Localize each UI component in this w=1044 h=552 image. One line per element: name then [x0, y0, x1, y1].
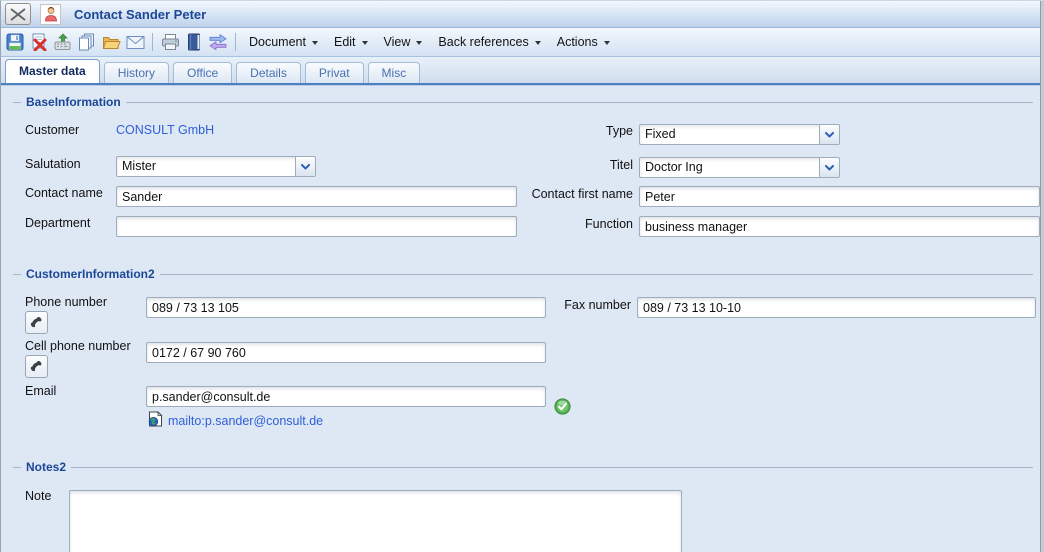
group-base-information: BaseInformation: [13, 95, 1033, 109]
email-input[interactable]: [146, 386, 546, 407]
chevron-down-icon: [311, 41, 318, 45]
chevron-down-icon: [603, 41, 610, 45]
valid-check-icon: [554, 398, 571, 415]
print-icon: [161, 33, 180, 51]
transfer-button[interactable]: [206, 30, 230, 54]
tab-bar: Master data History Office Details Priva…: [1, 57, 1044, 85]
phone-icon: [29, 359, 44, 374]
tab-misc[interactable]: Misc: [367, 62, 421, 83]
chevron-down-icon: [361, 41, 368, 45]
notebook-icon: [186, 33, 202, 51]
contact-name-label: Contact name: [25, 186, 103, 200]
function-label: Function: [585, 217, 633, 231]
chevron-down-icon[interactable]: [819, 158, 839, 177]
dial-phone-button[interactable]: [25, 311, 48, 334]
mailto-link[interactable]: mailto:p.sander@consult.de: [168, 414, 323, 428]
group-legend: Notes2: [21, 460, 72, 474]
email-icon: [126, 35, 145, 50]
contact-first-name-input[interactable]: [639, 186, 1040, 207]
open-folder-icon: [102, 33, 121, 51]
phone-number-label: Phone number: [25, 295, 108, 309]
transfer-arrows-icon: [208, 34, 228, 50]
chevron-down-icon[interactable]: [819, 125, 839, 144]
cell-phone-label: Cell phone number: [25, 339, 131, 353]
mailto-page-globe-icon: [148, 411, 163, 427]
save-icon: [6, 33, 24, 51]
phone-icon: [29, 315, 44, 330]
toolbar-separator: [235, 33, 236, 51]
print-button[interactable]: [158, 30, 182, 54]
fax-number-label: Fax number: [564, 298, 631, 312]
toolbar: Document Edit View Back references Actio…: [1, 28, 1044, 57]
note-label: Note: [25, 489, 52, 503]
keyboard-import-button[interactable]: [51, 30, 75, 54]
cell-phone-input[interactable]: [146, 342, 546, 363]
delete-icon: [30, 33, 48, 51]
toolbar-separator: [152, 33, 153, 51]
keyboard-import-icon: [54, 33, 72, 51]
close-icon: [10, 7, 26, 21]
customer-label: Customer: [25, 123, 80, 137]
note-textarea[interactable]: [69, 490, 682, 552]
save-button[interactable]: [3, 30, 27, 54]
master-data-panel: BaseInformation Customer CONSULT GmbH Ty…: [1, 85, 1044, 552]
notebook-button[interactable]: [182, 30, 206, 54]
dial-cell-phone-button[interactable]: [25, 355, 48, 378]
chevron-down-icon: [534, 41, 541, 45]
contact-name-input[interactable]: [116, 186, 517, 207]
group-customer-information2: CustomerInformation2: [13, 267, 1033, 281]
tab-history[interactable]: History: [103, 62, 170, 83]
title-bar: Contact Sander Peter: [1, 1, 1044, 28]
menu-back-references[interactable]: Back references: [430, 30, 548, 54]
menu-actions[interactable]: Actions: [549, 30, 618, 54]
customer-link[interactable]: CONSULT GmbH: [116, 123, 214, 137]
delete-button[interactable]: [27, 30, 51, 54]
page-title: Contact Sander Peter: [74, 6, 207, 22]
contact-person-icon: [40, 3, 61, 25]
chevron-down-icon[interactable]: [295, 157, 315, 176]
salutation-select[interactable]: Mister: [116, 156, 316, 177]
phone-number-input[interactable]: [146, 297, 546, 318]
department-input[interactable]: [116, 216, 517, 237]
contact-window: Contact Sander Peter Document Edit View …: [0, 0, 1044, 552]
type-select[interactable]: Fixed: [639, 124, 840, 145]
tab-details[interactable]: Details: [236, 62, 301, 83]
titel-select[interactable]: Doctor Ing: [639, 157, 840, 178]
chevron-down-icon: [416, 41, 423, 45]
contact-first-name-label: Contact first name: [531, 187, 633, 201]
menu-view[interactable]: View: [376, 30, 431, 54]
menu-edit[interactable]: Edit: [326, 30, 376, 54]
copy-button[interactable]: [75, 30, 99, 54]
fax-number-input[interactable]: [637, 297, 1036, 318]
group-notes2: Notes2: [13, 460, 1033, 474]
salutation-label: Salutation: [25, 157, 81, 171]
group-legend: BaseInformation: [21, 95, 126, 109]
window-right-edge: [1040, 1, 1044, 552]
department-label: Department: [25, 216, 91, 230]
menu-document[interactable]: Document: [241, 30, 326, 54]
close-button[interactable]: [5, 3, 31, 25]
type-label: Type: [605, 124, 633, 138]
titel-label: Titel: [609, 158, 633, 172]
email-button[interactable]: [123, 30, 147, 54]
tab-office[interactable]: Office: [173, 62, 233, 83]
tab-master-data[interactable]: Master data: [5, 59, 100, 83]
function-input[interactable]: [639, 216, 1040, 237]
copy-icon: [78, 33, 96, 51]
tab-privat[interactable]: Privat: [304, 62, 364, 83]
open-folder-button[interactable]: [99, 30, 123, 54]
email-label: Email: [25, 384, 57, 398]
group-legend: CustomerInformation2: [21, 267, 160, 281]
